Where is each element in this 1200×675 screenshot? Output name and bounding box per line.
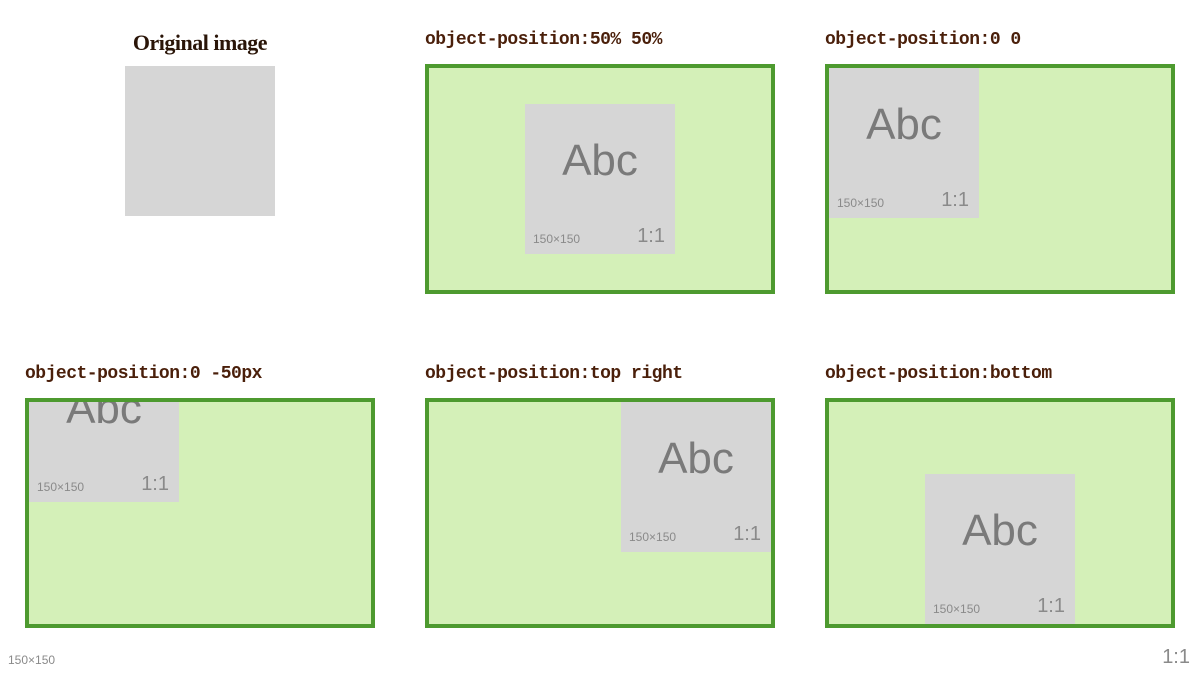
placeholder-dimensions: 150×150: [37, 480, 84, 494]
placeholder-ratio: 1:1: [733, 523, 761, 546]
example-label: object-position:0 0: [825, 30, 1175, 50]
placeholder-ratio: 1:1: [1037, 595, 1065, 618]
placeholder-dimensions: 150×150: [8, 653, 55, 667]
positioned-frame: Abc 150×150 1:1: [425, 64, 775, 294]
placeholder-text: Abc: [562, 136, 638, 186]
placeholder-image: Abc 150×150 1:1: [829, 68, 979, 218]
placeholder-dimensions: 150×150: [933, 602, 980, 616]
example-cell: Original image Abc150×1501:1: [25, 30, 375, 294]
placeholder-ratio: 1:1: [637, 225, 665, 248]
positioned-frame: Abc 150×150 1:1: [825, 398, 1175, 628]
positioned-frame: Abc 150×150 1:1: [825, 64, 1175, 294]
placeholder-dimensions: 150×150: [629, 530, 676, 544]
example-label: object-position:top right: [425, 364, 775, 384]
placeholder-dimensions: 150×150: [837, 196, 884, 210]
placeholder-image: Abc 150×150 1:1: [925, 474, 1075, 624]
placeholder-text: Abc: [866, 100, 942, 150]
placeholder-image: Abc 150×150 1:1: [29, 398, 179, 502]
placeholder-ratio: 1:1: [141, 473, 169, 496]
example-label: object-position:bottom: [825, 364, 1175, 384]
example-cell: object-position:50% 50% Abc 150×150 1:1: [425, 30, 775, 294]
example-cell: object-position:0 0 Abc 150×150 1:1: [825, 30, 1175, 294]
positioned-frame: Abc 150×150 1:1: [425, 398, 775, 628]
placeholder-text: Abc: [658, 434, 734, 484]
placeholder-image: Abc150×1501:1: [125, 66, 275, 216]
placeholder-ratio: 1:1: [941, 189, 969, 212]
placeholder-dimensions: 150×150: [533, 232, 580, 246]
placeholder-text: Abc: [962, 506, 1038, 556]
placeholder-ratio: 1:1: [1162, 646, 1190, 669]
example-cell: object-position:0 -50px Abc 150×150 1:1: [25, 364, 375, 628]
placeholder-image: Abc 150×150 1:1: [525, 104, 675, 254]
placeholder-text: Abc: [66, 398, 142, 434]
positioned-frame: Abc 150×150 1:1: [25, 398, 375, 628]
placeholder-image: Abc 150×150 1:1: [621, 402, 771, 552]
example-cell: object-position:top right Abc 150×150 1:1: [425, 364, 775, 628]
example-label: object-position:0 -50px: [25, 364, 375, 384]
examples-grid: Original imageAbc150×1501:1object-positi…: [25, 30, 1175, 628]
example-label: object-position:50% 50%: [425, 30, 775, 50]
example-cell: object-position:bottom Abc 150×150 1:1: [825, 364, 1175, 628]
example-label: Original image: [133, 30, 267, 56]
